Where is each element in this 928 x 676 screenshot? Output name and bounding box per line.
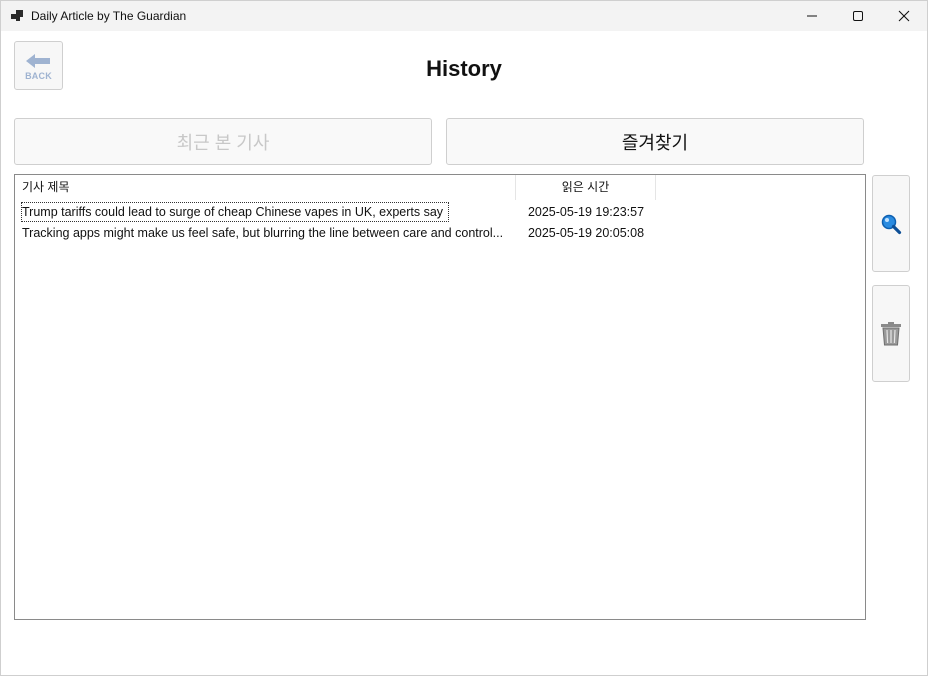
history-list[interactable]: 기사 제목 읽은 시간 Trump tariffs could lead to …: [14, 174, 866, 620]
maximize-button[interactable]: [835, 1, 881, 31]
tab-recent-articles[interactable]: 최근 본 기사: [14, 118, 432, 165]
list-item[interactable]: Trump tariffs could lead to surge of che…: [15, 202, 865, 222]
read-time: 2025-05-19 20:05:08: [527, 226, 645, 240]
window-title: Daily Article by The Guardian: [31, 9, 187, 23]
tab-favorites[interactable]: 즐겨찾기: [446, 118, 864, 165]
app-icon: [11, 10, 23, 22]
search-button[interactable]: [872, 175, 910, 272]
close-icon: [898, 10, 910, 22]
maximize-icon: [853, 11, 863, 21]
close-button[interactable]: [881, 1, 927, 31]
page-title: History: [426, 56, 502, 81]
trash-icon: [881, 321, 901, 345]
title-bar: Daily Article by The Guardian: [1, 1, 927, 31]
delete-button[interactable]: [872, 285, 910, 382]
article-title: Tracking apps might make us feel safe, b…: [22, 226, 504, 240]
read-time: 2025-05-19 19:23:57: [527, 205, 645, 219]
list-item[interactable]: Tracking apps might make us feel safe, b…: [15, 223, 865, 243]
minimize-button[interactable]: [789, 1, 835, 31]
column-header-title[interactable]: 기사 제목: [15, 175, 516, 200]
search-icon: [881, 214, 902, 234]
column-header-time[interactable]: 읽은 시간: [516, 175, 656, 200]
app-window: Daily Article by The Guardian BACK Histo…: [0, 0, 928, 676]
list-header: 기사 제목 읽은 시간: [15, 175, 865, 200]
article-title: Trump tariffs could lead to surge of che…: [20, 202, 450, 222]
minimize-icon: [807, 15, 817, 17]
